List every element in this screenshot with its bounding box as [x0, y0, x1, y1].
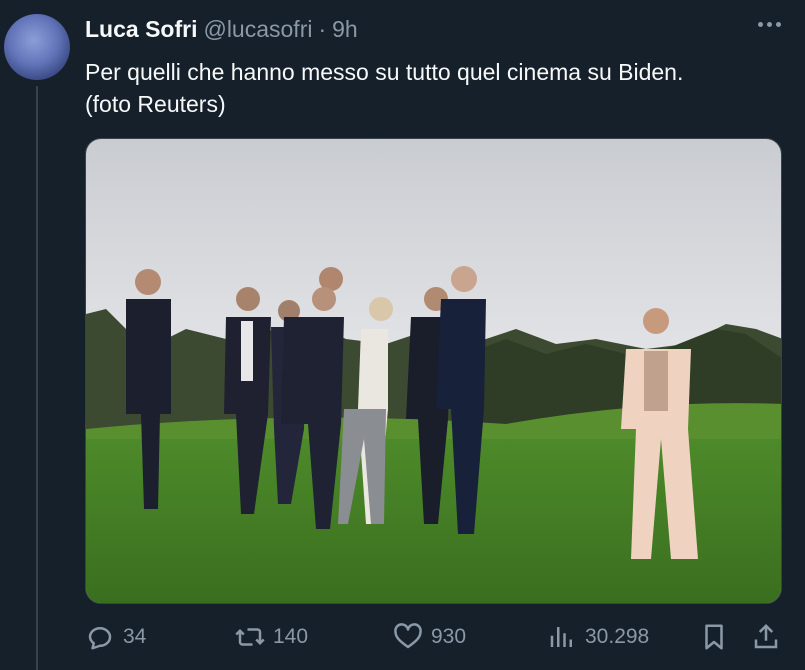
more-dot — [776, 22, 781, 27]
author-name[interactable]: Luca Sofri — [85, 16, 197, 43]
reply-count: 34 — [123, 625, 147, 648]
bookmark-button[interactable] — [699, 622, 729, 652]
separator: · — [318, 16, 327, 42]
more-dot — [767, 22, 772, 27]
photo-illustration — [86, 139, 781, 603]
share-icon — [754, 623, 778, 649]
views-button[interactable]: 30.298 — [547, 622, 649, 652]
like-count: 930 — [431, 625, 467, 648]
views-count: 30.298 — [585, 625, 650, 648]
bookmark-icon — [705, 624, 723, 650]
tweet-text-line-2: (foto Reuters) — [85, 91, 226, 117]
like-button[interactable]: 930 — [393, 622, 466, 652]
tweet-header: Luca Sofri @lucasofri · 9h — [85, 16, 358, 46]
tweet-actions: 34 140 930 30.298 — [85, 622, 785, 658]
reply-button[interactable]: 34 — [85, 622, 146, 652]
more-dot — [758, 22, 763, 27]
repost-button[interactable]: 140 — [235, 622, 308, 652]
more-icon[interactable] — [758, 22, 781, 27]
tweet-text: Per quelli che hanno messo su tutto quel… — [85, 56, 785, 120]
share-button[interactable] — [751, 622, 781, 652]
tweet-text-line-1: Per quelli che hanno messo su tutto quel… — [85, 59, 684, 85]
repost-icon — [235, 628, 265, 646]
tweet-photo[interactable] — [85, 138, 782, 604]
views-icon — [550, 627, 572, 647]
reply-icon — [88, 627, 112, 650]
repost-count: 140 — [273, 625, 309, 648]
author-handle[interactable]: @lucasofri — [203, 16, 312, 43]
avatar[interactable] — [4, 14, 70, 80]
thread-line — [36, 86, 38, 670]
heart-icon — [394, 623, 422, 649]
timestamp[interactable]: 9h — [332, 16, 358, 43]
